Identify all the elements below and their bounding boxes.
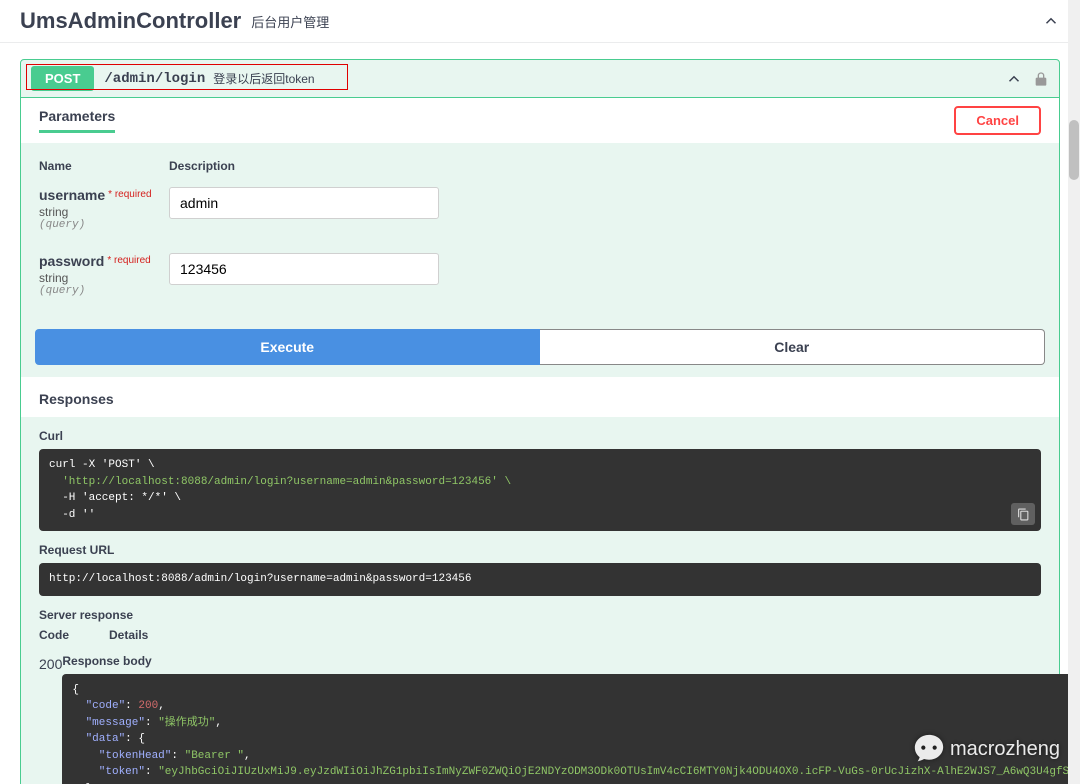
tag-header[interactable]: UmsAdminController 后台用户管理 xyxy=(0,0,1080,43)
response-body-block: { "code": 200, "message": "操作成功", "data"… xyxy=(62,674,1080,784)
server-response-label: Server response xyxy=(39,608,1041,622)
operation-summary[interactable]: POST /admin/login 登录以后返回token xyxy=(21,60,1059,97)
cancel-button[interactable]: Cancel xyxy=(954,106,1041,135)
operation-block: POST /admin/login 登录以后返回token Parameters… xyxy=(20,59,1060,784)
watermark: macrozheng xyxy=(912,732,1060,766)
response-body-label: Response body xyxy=(62,654,1080,668)
param-type: string xyxy=(39,271,169,285)
param-row: username* required string (query) xyxy=(39,187,1041,231)
required-marker: * required xyxy=(108,189,151,200)
status-code: 200 xyxy=(39,654,62,784)
parameters-header: Parameters Cancel xyxy=(21,98,1059,143)
param-table-header: Name Description xyxy=(39,159,1041,173)
execute-button[interactable]: Execute xyxy=(35,329,540,365)
details-header: Details xyxy=(109,628,148,642)
copy-icon[interactable] xyxy=(1011,503,1035,525)
col-name: Name xyxy=(39,159,169,173)
param-name: username xyxy=(39,187,105,203)
col-description: Description xyxy=(169,159,1041,173)
param-type: string xyxy=(39,205,169,219)
curl-block: curl -X 'POST' \ 'http://localhost:8088/… xyxy=(39,449,1041,531)
request-url-label: Request URL xyxy=(39,543,1041,557)
param-name: password xyxy=(39,253,104,269)
required-marker: * required xyxy=(107,255,150,266)
scrollbar[interactable] xyxy=(1068,0,1080,784)
lock-icon[interactable] xyxy=(1033,71,1049,87)
scroll-thumb[interactable] xyxy=(1069,120,1079,180)
username-input[interactable] xyxy=(169,187,439,219)
password-input[interactable] xyxy=(169,253,439,285)
request-url-block: http://localhost:8088/admin/login?userna… xyxy=(39,563,1041,596)
code-header: Code xyxy=(39,628,109,642)
param-in: (query) xyxy=(39,285,169,297)
chevron-up-icon[interactable] xyxy=(1042,12,1060,30)
operation-path: /admin/login xyxy=(104,71,205,87)
param-in: (query) xyxy=(39,219,169,231)
curl-label: Curl xyxy=(39,429,1041,443)
chevron-up-icon[interactable] xyxy=(1005,70,1023,88)
responses-title: Responses xyxy=(21,377,1059,417)
tag-description: 后台用户管理 xyxy=(251,12,329,31)
tag-name: UmsAdminController xyxy=(20,8,241,34)
param-row: password* required string (query) xyxy=(39,253,1041,297)
clear-button[interactable]: Clear xyxy=(540,329,1046,365)
parameters-title: Parameters xyxy=(39,108,115,133)
operation-summary-text: 登录以后返回token xyxy=(213,70,314,87)
method-badge: POST xyxy=(31,66,94,91)
